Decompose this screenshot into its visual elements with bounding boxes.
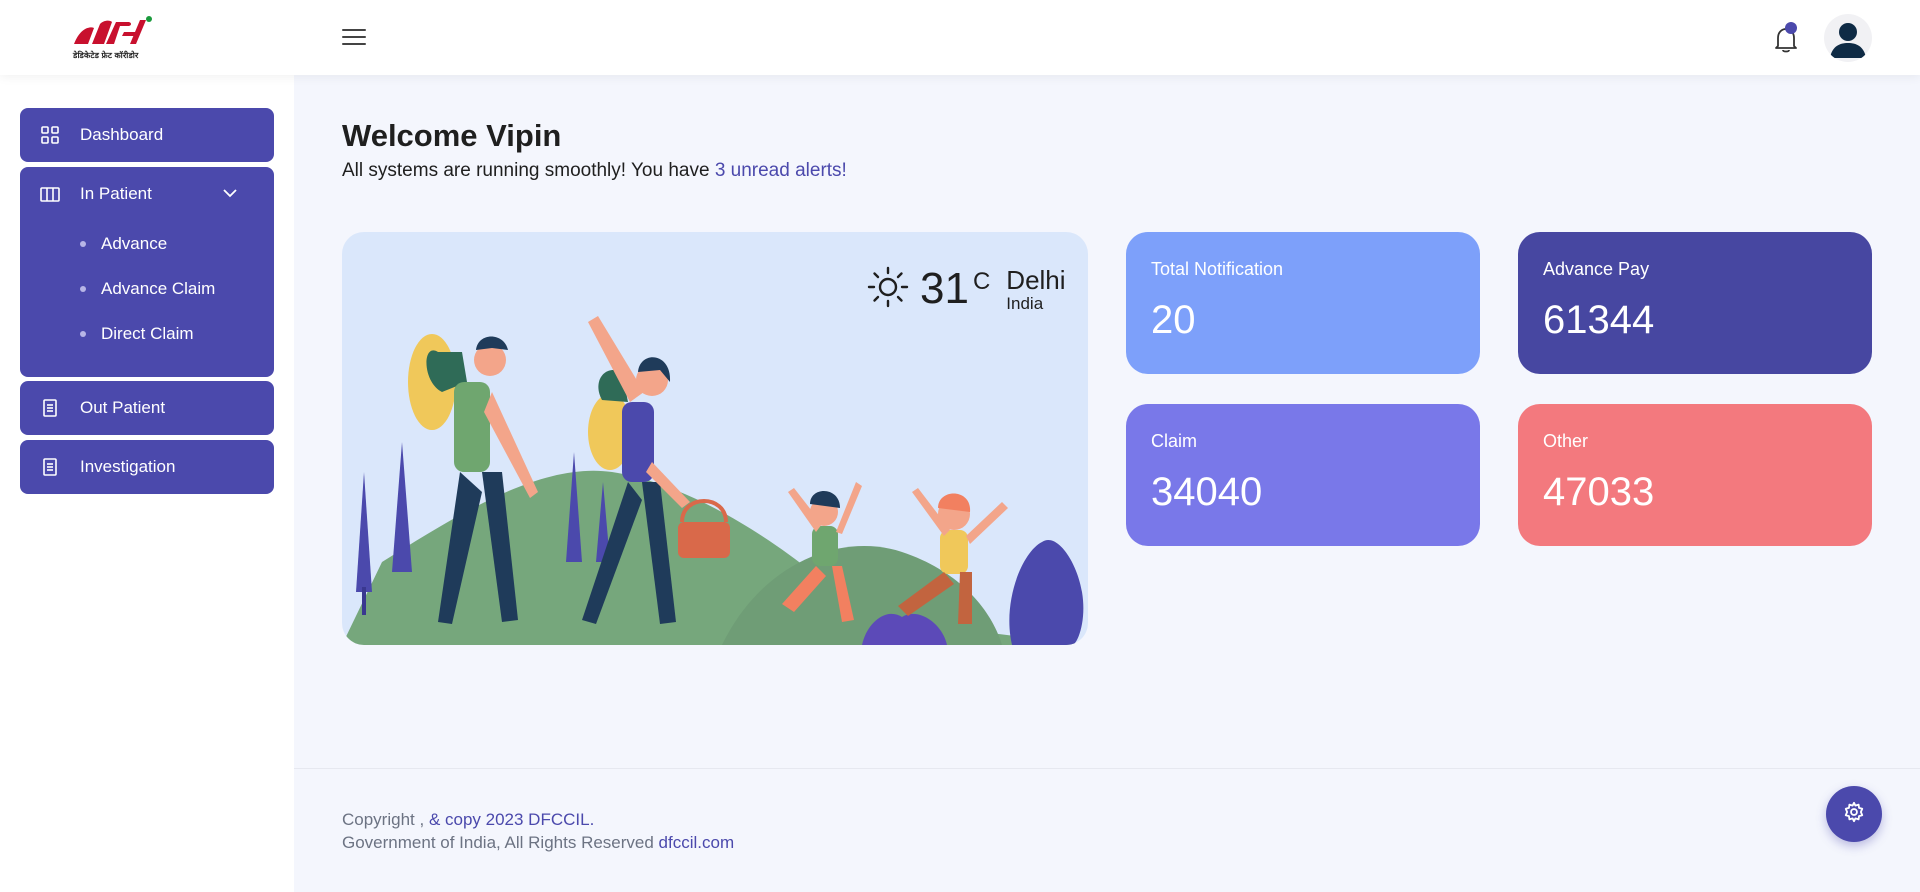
sidebar: Dashboard In Patient Advance Advance Cla… xyxy=(0,75,294,892)
bullet-icon xyxy=(80,240,86,247)
logo-subtitle: डेडिकेटेड फ्रेट कॉरीडोर xyxy=(73,51,139,60)
sidebar-item-label: Out Patient xyxy=(80,398,166,417)
footer: Copyright , & copy 2023 DFCCIL. Governme… xyxy=(294,768,1920,892)
stat-card-other[interactable]: Other 47033 xyxy=(1518,404,1872,546)
dfccil-website-link[interactable]: dfccil.com xyxy=(659,833,735,852)
copyright-line: Copyright , & copy 2023 DFCCIL. xyxy=(342,810,594,830)
stat-card-claim[interactable]: Claim 34040 xyxy=(1126,404,1480,546)
weather-city: Delhi xyxy=(1006,264,1066,295)
user-avatar[interactable] xyxy=(1824,14,1872,62)
submenu-item-label: Direct Claim xyxy=(101,323,194,343)
stat-card-advance-pay[interactable]: Advance Pay 61344 xyxy=(1518,232,1872,374)
status-text: All systems are running smoothly! You ha… xyxy=(342,160,715,181)
stat-card-value: 20 xyxy=(1151,298,1196,342)
submenu-item-label: Advance Claim xyxy=(101,278,216,298)
grid-icon xyxy=(40,125,60,145)
sidebar-item-label: In Patient xyxy=(80,184,152,203)
document-icon xyxy=(40,398,60,418)
sun-icon xyxy=(866,265,910,314)
submenu-item-direct-claim[interactable]: Direct Claim xyxy=(20,311,274,356)
temperature-unit: C xyxy=(972,268,991,295)
submenu-item-label: Advance xyxy=(101,233,168,253)
sidebar-item-label: Dashboard xyxy=(80,125,164,144)
stat-card-label: Total Notification xyxy=(1151,259,1284,279)
stat-card-label: Advance Pay xyxy=(1543,259,1650,279)
notification-dot xyxy=(1785,22,1797,34)
stat-card-total-notification[interactable]: Total Notification 20 xyxy=(1126,232,1480,374)
rights-line: Government of India, All Rights Reserved… xyxy=(342,833,734,853)
menu-toggle-icon[interactable] xyxy=(342,29,366,49)
rights-text: Government of India, All Rights Reserved xyxy=(342,833,659,852)
sidebar-item-label: Investigation xyxy=(80,457,176,476)
gear-icon xyxy=(1843,801,1865,828)
copyright-text: Copyright , xyxy=(342,810,429,829)
bullet-icon xyxy=(80,330,86,337)
document-icon xyxy=(40,457,60,477)
stat-card-label: Claim xyxy=(1151,431,1198,451)
copyright-link[interactable]: & copy 2023 DFCCIL. xyxy=(429,810,594,829)
page-title: Welcome Vipin xyxy=(342,118,562,153)
submenu-item-advance-claim[interactable]: Advance Claim xyxy=(20,266,274,311)
top-navbar: डेडिकेटेड फ्रेट कॉरीडोर xyxy=(0,0,1920,75)
stat-card-value: 61344 xyxy=(1543,298,1655,342)
weather-widget: 31 C Delhi India xyxy=(866,264,1066,314)
sidebar-item-in-patient[interactable]: In Patient Advance Advance Claim Direct … xyxy=(20,167,274,377)
sidebar-item-dashboard[interactable]: Dashboard xyxy=(20,108,274,162)
stat-card-label: Other xyxy=(1543,431,1589,451)
columns-icon xyxy=(40,184,60,204)
weather-hero-card: 31 C Delhi India xyxy=(342,232,1088,645)
sidebar-item-investigation[interactable]: Investigation xyxy=(20,440,274,494)
stat-card-value: 47033 xyxy=(1543,470,1655,514)
unread-alerts-link[interactable]: 3 unread alerts! xyxy=(715,160,847,181)
bullet-icon xyxy=(80,285,86,292)
settings-gear-button[interactable] xyxy=(1826,786,1882,842)
submenu-item-advance[interactable]: Advance xyxy=(20,221,274,266)
sidebar-item-out-patient[interactable]: Out Patient xyxy=(20,381,274,435)
temperature-value: 31 xyxy=(920,264,969,313)
chevron-down-icon[interactable] xyxy=(222,185,238,201)
status-message: All systems are running smoothly! You ha… xyxy=(342,160,847,182)
weather-country: India xyxy=(1006,293,1044,313)
stat-card-value: 34040 xyxy=(1151,470,1263,514)
